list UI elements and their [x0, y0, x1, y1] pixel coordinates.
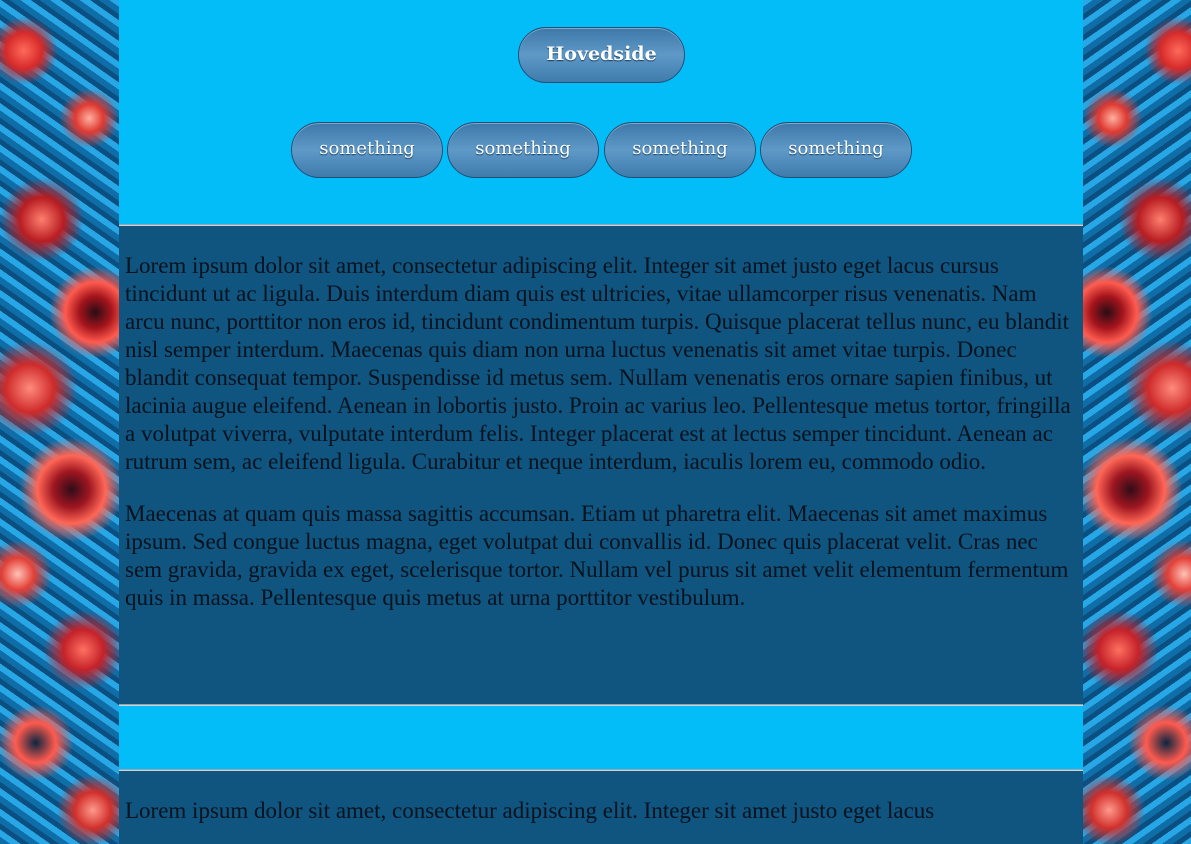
- home-button[interactable]: Hovedside: [518, 27, 685, 83]
- paragraph: Lorem ipsum dolor sit amet, consectetur …: [125, 798, 935, 823]
- nav-button-4[interactable]: something: [760, 122, 912, 178]
- paragraph: Maecenas at quam quis massa sagittis acc…: [125, 501, 1069, 610]
- content-section-2: Lorem ipsum dolor sit amet, consectetur …: [119, 771, 1083, 825]
- site-header: Hovedside something something something …: [119, 0, 1083, 224]
- content-section-1: Lorem ipsum dolor sit amet, consectetur …: [119, 226, 1083, 704]
- decorative-background-left: [0, 0, 119, 844]
- nav-button-3[interactable]: something: [604, 122, 756, 178]
- nav-button-1[interactable]: something: [291, 122, 443, 178]
- page-container: Hovedside something something something …: [119, 0, 1083, 844]
- separator-band: [119, 706, 1083, 769]
- paragraph: Lorem ipsum dolor sit amet, consectetur …: [125, 253, 1071, 474]
- nav-button-2[interactable]: something: [447, 122, 599, 178]
- decorative-background-right: [1083, 0, 1191, 844]
